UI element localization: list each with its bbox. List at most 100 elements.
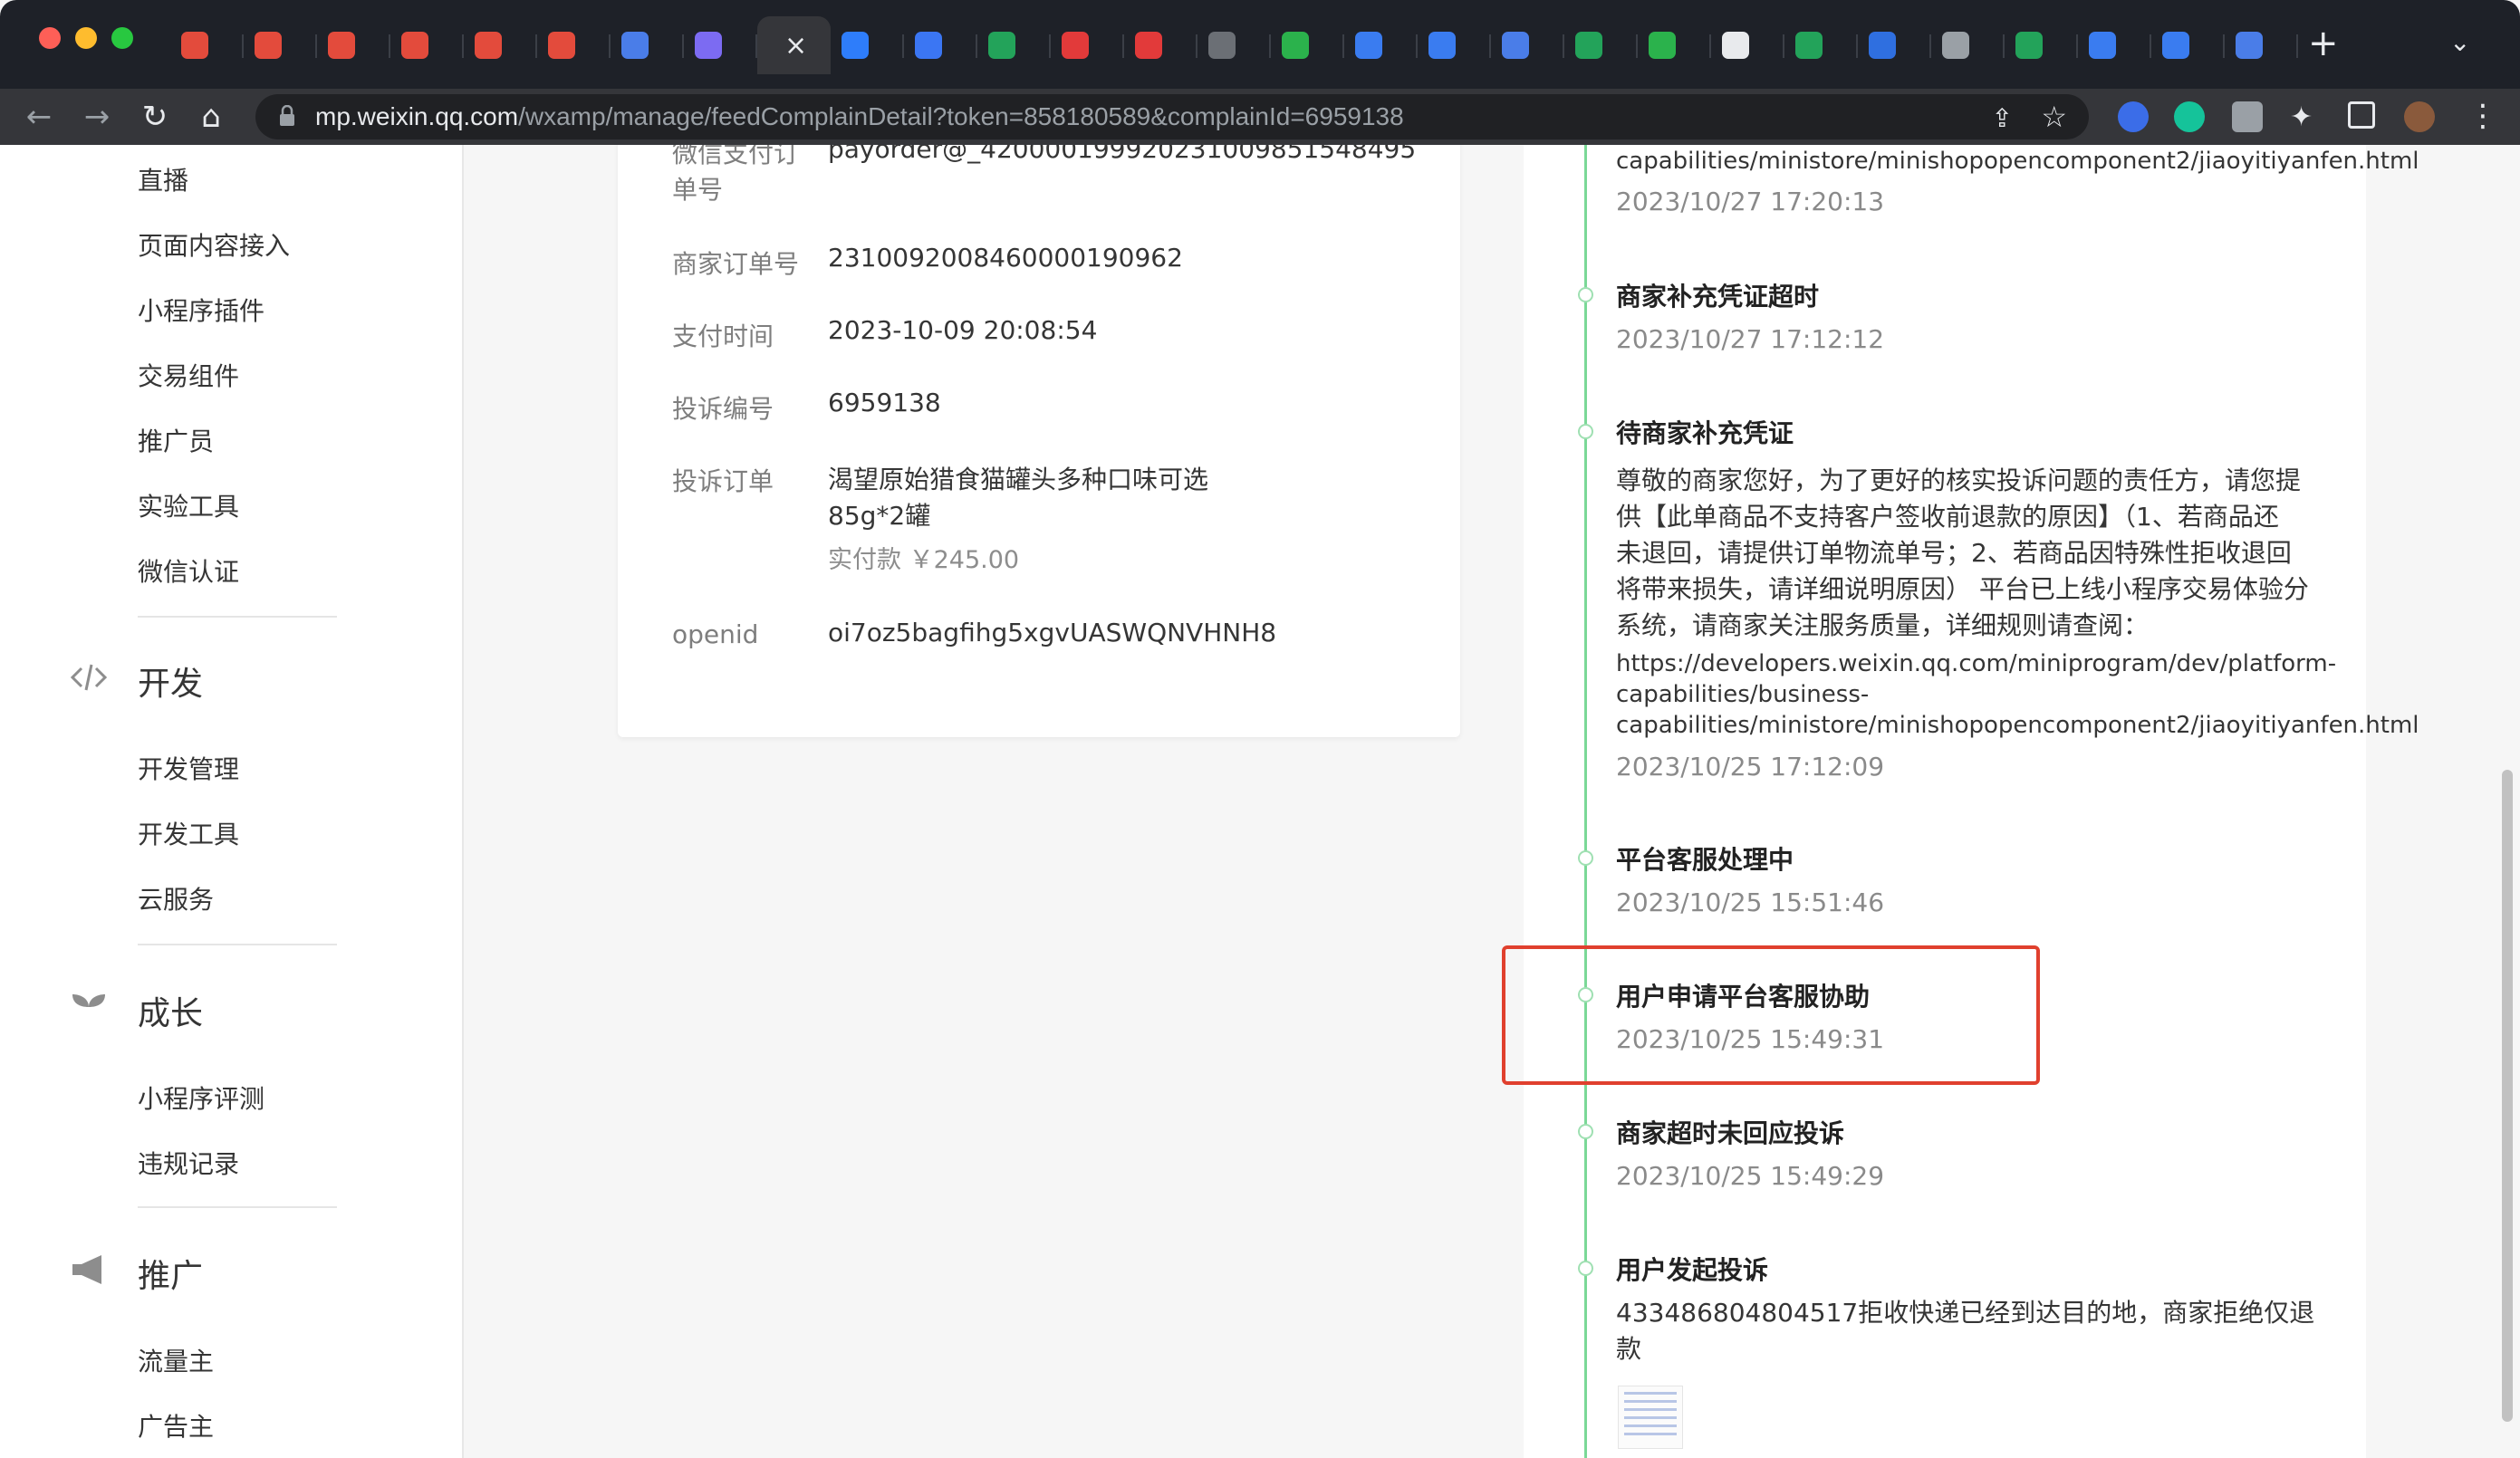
page-content: 直播 页面内容接入 小程序插件 交易组件 推广员 实验工具 微信认证 开发 开发… — [0, 145, 2520, 1458]
minimize-window-button[interactable] — [75, 27, 97, 49]
browser-tab[interactable] — [390, 16, 464, 74]
browser-tab[interactable] — [684, 16, 757, 74]
bookmark-star-icon[interactable]: ☆ — [2041, 100, 2067, 134]
browser-tab[interactable] — [1491, 16, 1564, 74]
globe-icon — [1208, 32, 1236, 59]
avatar[interactable] — [2404, 101, 2435, 132]
tab-search-chevron-icon[interactable]: ⌄ — [2449, 27, 2470, 57]
notice-text: 尊敬的商家您好，为了更好的核实投诉问题的责任方，请您提 — [1616, 465, 2302, 495]
event-time: 2023/10/25 15:49:29 — [1616, 1161, 1885, 1191]
close-window-button[interactable] — [39, 27, 61, 49]
browser-tab[interactable] — [1784, 16, 1858, 74]
extension-blue-icon[interactable] — [2118, 101, 2149, 132]
browser-tab[interactable] — [1638, 16, 1711, 74]
browser-tab[interactable] — [977, 16, 1051, 74]
zoom-window-button[interactable] — [111, 27, 133, 49]
browser-tab[interactable] — [1124, 16, 1197, 74]
browser-tab[interactable] — [244, 16, 317, 74]
reload-icon[interactable]: ↻ — [134, 96, 176, 138]
sidebar-section-growth[interactable]: 成长 — [138, 987, 203, 1034]
sidebar-item-plugins[interactable]: 小程序插件 — [138, 292, 265, 328]
browser-tab[interactable] — [317, 16, 390, 74]
sidebar-section-develop[interactable]: 开发 — [138, 657, 203, 705]
sidebar-item-violations[interactable]: 违规记录 — [138, 1145, 239, 1181]
address-bar[interactable]: mp.weixin.qq.com/wxamp/manage/feedCompla… — [255, 94, 2089, 139]
page-scrollbar[interactable] — [2502, 770, 2513, 1422]
sidebar-item-page-content[interactable]: 页面内容接入 — [138, 226, 290, 263]
event-title: 平台客服处理中 — [1616, 845, 1794, 875]
browser-tab[interactable] — [1858, 16, 1931, 74]
sidebar-divider — [138, 1206, 337, 1208]
sidebar-item-live[interactable]: 直播 — [138, 161, 188, 197]
browser-tab[interactable] — [1051, 16, 1124, 74]
notice-text: 将带来损失，请详细说明原因） 平台已上线小程序交易体验分 — [1616, 574, 2309, 604]
browser-tab[interactable] — [2151, 16, 2225, 74]
sidebar-item-wechat-verify[interactable]: 微信认证 — [138, 552, 239, 589]
notice-link[interactable]: capabilities/business- — [1616, 679, 1869, 710]
sidebar-item-dev-manage[interactable]: 开发管理 — [138, 750, 239, 786]
pay-order-value: payorder@_420000199920231009851548495 — [828, 145, 1417, 164]
sheet-icon — [2015, 32, 2043, 59]
browser-tab[interactable] — [904, 16, 977, 74]
thumbs-up-icon — [548, 32, 575, 59]
browser-tab[interactable] — [2005, 16, 2078, 74]
notice-link[interactable]: capabilities/ministore/minishopopencompo… — [1616, 710, 2419, 741]
browser-tab[interactable] — [831, 16, 904, 74]
grammarly-icon[interactable] — [2174, 101, 2205, 132]
color-drop-icon — [1502, 32, 1529, 59]
sheet-icon — [1575, 32, 1602, 59]
browser-tab[interactable] — [2225, 16, 2298, 74]
browser-tab[interactable] — [170, 16, 244, 74]
browser-tab[interactable]: × — [757, 16, 831, 74]
color-drop-icon — [2236, 32, 2263, 59]
complaint-order-label: 投诉订单 — [672, 466, 774, 496]
thumbs-up-icon — [328, 32, 355, 59]
browser-tab[interactable] — [1344, 16, 1418, 74]
browser-tab[interactable] — [537, 16, 611, 74]
sidebar-item-promoters[interactable]: 推广员 — [138, 422, 214, 458]
grid-icon — [2089, 32, 2116, 59]
wechat-icon — [1282, 32, 1309, 59]
sidebar: 直播 页面内容接入 小程序插件 交易组件 推广员 实验工具 微信认证 开发 开发… — [0, 145, 464, 1458]
browser-tab[interactable] — [1418, 16, 1491, 74]
extensions-puzzle-icon[interactable]: ✦ — [2290, 101, 2321, 133]
xiaohongshu-icon — [1062, 32, 1089, 59]
browser-tab[interactable] — [1711, 16, 1784, 74]
close-tab-icon[interactable]: × — [784, 30, 807, 62]
sidebar-item-evaluation[interactable]: 小程序评测 — [138, 1079, 265, 1116]
sidebar-item-trade-component[interactable]: 交易组件 — [138, 357, 239, 393]
forward-arrow-icon[interactable]: → — [76, 96, 118, 138]
side-panel-icon[interactable] — [2348, 101, 2375, 129]
grid-icon — [1355, 32, 1382, 59]
sidebar-item-cloud[interactable]: 云服务 — [138, 880, 214, 916]
new-tab-button[interactable]: + — [2308, 25, 2339, 62]
extension-k-icon[interactable] — [2232, 101, 2263, 132]
complaint-evidence-thumbnail[interactable] — [1618, 1386, 1683, 1449]
openid-label: openid — [672, 619, 759, 649]
browser-tab[interactable] — [464, 16, 537, 74]
browser-tab[interactable] — [1564, 16, 1638, 74]
grid-icon — [2162, 32, 2189, 59]
sidebar-divider — [138, 944, 337, 945]
browser-menu-icon[interactable]: ⋮ — [2467, 98, 2498, 134]
notice-link[interactable]: https://developers.weixin.qq.com/minipro… — [1616, 648, 2336, 679]
notice-link[interactable]: capabilities/ministore/minishopopencompo… — [1616, 146, 2419, 177]
event-title: 商家超时未回应投诉 — [1616, 1118, 1845, 1148]
back-arrow-icon[interactable]: ← — [18, 96, 60, 138]
browser-tab[interactable] — [1271, 16, 1344, 74]
inbox-icon — [842, 32, 869, 59]
sidebar-section-promotion[interactable]: 推广 — [138, 1250, 203, 1297]
pay-order-label-cont: 单号 — [672, 175, 724, 205]
product-name: 渴望原始猎食猫罐头多种口味可选 — [828, 465, 1209, 494]
sprout-icon — [72, 994, 105, 1022]
sidebar-item-dev-tools[interactable]: 开发工具 — [138, 815, 239, 851]
sidebar-item-publisher[interactable]: 流量主 — [138, 1342, 214, 1378]
browser-tab[interactable] — [2078, 16, 2151, 74]
browser-tab[interactable] — [1931, 16, 2005, 74]
browser-tab[interactable] — [611, 16, 684, 74]
share-icon[interactable]: ⇪ — [1992, 103, 2013, 133]
sidebar-item-experiments[interactable]: 实验工具 — [138, 487, 239, 523]
home-icon[interactable]: ⌂ — [190, 96, 232, 138]
sidebar-item-advertiser[interactable]: 广告主 — [138, 1407, 214, 1444]
browser-tab[interactable] — [1197, 16, 1271, 74]
